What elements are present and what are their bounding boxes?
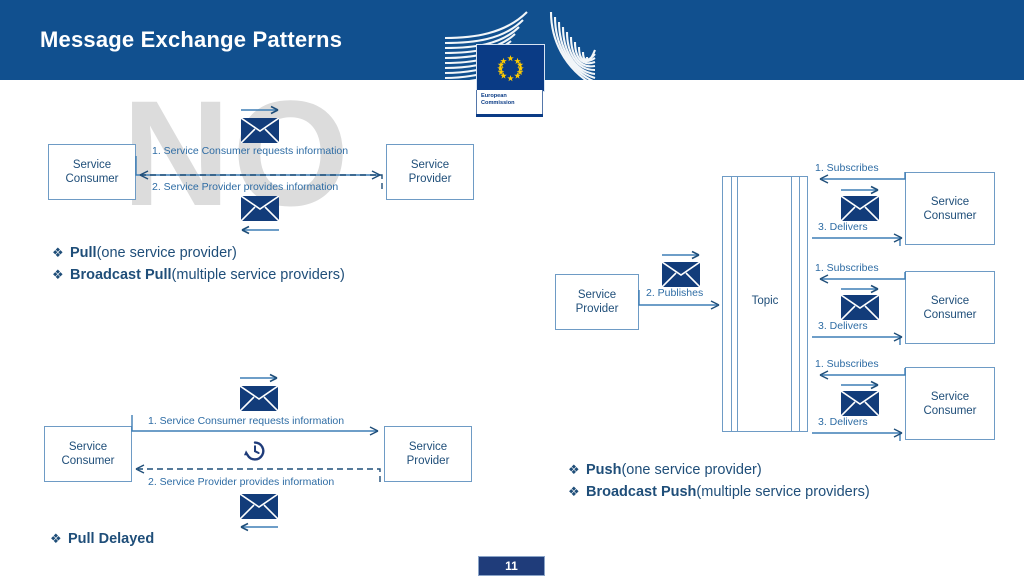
pull-step2-label: 2. Service Provider provides information bbox=[152, 181, 339, 193]
pull-bullet-0-rest: (one service provider) bbox=[96, 245, 237, 261]
page-number-badge: 11 bbox=[478, 556, 545, 576]
pull-bullet-1-strong: Broadcast Pull bbox=[70, 267, 172, 283]
push-consumer-1-line2: Consumer bbox=[923, 209, 977, 222]
pull-delayed-consumer-line1: Service bbox=[68, 441, 108, 453]
push-consumer-2-line1: Service bbox=[930, 294, 970, 307]
pull-consumer-line1: Service bbox=[72, 159, 112, 171]
topic-shape: Topic bbox=[722, 176, 808, 432]
pull-step1-label: 1. Service Consumer requests information bbox=[152, 145, 349, 157]
push-consumer-2-mini-arrow bbox=[841, 284, 879, 294]
push-publishes-label: 2. Publishes bbox=[646, 287, 704, 299]
push-service-consumer-box-1: Service Consumer bbox=[905, 172, 995, 245]
push-provider-line1: Service bbox=[577, 289, 617, 301]
pull-request-mini-arrow bbox=[241, 105, 279, 115]
push-service-provider-box: Service Provider bbox=[555, 274, 639, 330]
pull-delayed-bullet-list: ❖ Pull Delayed bbox=[50, 528, 154, 550]
pull-delayed-provider-line2: Provider bbox=[406, 455, 450, 467]
slide-canvas: Message Exchange Patterns European Commi… bbox=[0, 0, 1024, 576]
pull-service-consumer-box: Service Consumer bbox=[48, 144, 136, 200]
envelope-icon bbox=[241, 196, 279, 221]
push-consumer-3-mini-arrow bbox=[841, 380, 879, 390]
envelope-icon bbox=[240, 386, 278, 411]
envelope-icon bbox=[841, 295, 879, 320]
pull-delayed-step1-label: 1. Service Consumer requests information bbox=[148, 415, 345, 427]
clock-history-icon bbox=[243, 439, 267, 463]
pull-response-mini-arrow bbox=[241, 225, 279, 235]
push-service-consumer-box-3: Service Consumer bbox=[905, 367, 995, 440]
bullet-diamond-icon: ❖ bbox=[568, 462, 580, 477]
pull-delayed-response-mini-arrow bbox=[240, 522, 278, 532]
push-consumer-3-deliver-arrow bbox=[812, 428, 903, 441]
logo-caption: European Commission bbox=[476, 90, 543, 116]
push-consumer-3-line2: Consumer bbox=[923, 404, 977, 417]
logo-underline bbox=[476, 114, 543, 117]
list-item: ❖ Pull (one service provider) bbox=[52, 242, 345, 264]
push-consumer-3-line1: Service bbox=[930, 390, 970, 403]
push-consumer-1-line1: Service bbox=[930, 195, 970, 208]
pull-bullet-0-strong: Pull bbox=[70, 245, 97, 261]
push-bullet-0-strong: Push bbox=[586, 462, 622, 478]
pull-delayed-service-provider-box: Service Provider bbox=[384, 426, 472, 482]
pull-delayed-step2-label: 2. Service Provider provides information bbox=[148, 476, 335, 488]
bullet-diamond-icon: ❖ bbox=[50, 531, 62, 546]
pull-service-provider-box: Service Provider bbox=[386, 144, 474, 200]
logo-caption-line1: European bbox=[481, 93, 507, 99]
push-provider-line2: Provider bbox=[575, 303, 619, 315]
push-bullet-1-rest: (multiple service providers) bbox=[696, 484, 870, 500]
push-consumer-2-deliver-arrow bbox=[812, 332, 903, 345]
page-title: Message Exchange Patterns bbox=[40, 27, 343, 52]
push-consumer-2-line2: Consumer bbox=[923, 308, 977, 321]
logo-caption-line2: Commission bbox=[481, 100, 515, 106]
envelope-icon bbox=[241, 118, 279, 143]
push-consumer-1-deliver-arrow bbox=[812, 233, 903, 246]
pull-delayed-provider-line1: Service bbox=[408, 441, 448, 453]
pull-consumer-line2: Consumer bbox=[65, 173, 119, 185]
list-item: ❖ Broadcast Push (multiple service provi… bbox=[568, 481, 870, 503]
pull-delayed-service-consumer-box: Service Consumer bbox=[44, 426, 132, 482]
eu-flag-icon bbox=[476, 44, 545, 92]
push-publish-mini-arrow bbox=[662, 250, 700, 260]
list-item: ❖ Broadcast Pull (multiple service provi… bbox=[52, 264, 345, 286]
pull-bullet-1-rest: (multiple service providers) bbox=[171, 267, 345, 283]
list-item: ❖ Push (one service provider) bbox=[568, 459, 870, 481]
bullet-diamond-icon: ❖ bbox=[52, 267, 64, 282]
push-consumer-1-mini-arrow bbox=[841, 185, 879, 195]
list-item: ❖ Pull Delayed bbox=[50, 528, 154, 550]
push-bullet-list: ❖ Push (one service provider) ❖ Broadcas… bbox=[568, 459, 870, 503]
pull-delayed-request-mini-arrow bbox=[240, 373, 278, 383]
pull-provider-line2: Provider bbox=[408, 173, 452, 185]
envelope-icon bbox=[662, 262, 700, 287]
european-commission-logo: European Commission bbox=[443, 8, 613, 117]
push-service-consumer-box-2: Service Consumer bbox=[905, 271, 995, 344]
envelope-icon bbox=[841, 196, 879, 221]
pull-bullet-list: ❖ Pull (one service provider) ❖ Broadcas… bbox=[52, 242, 345, 286]
push-bullet-1-strong: Broadcast Push bbox=[586, 484, 697, 500]
bullet-diamond-icon: ❖ bbox=[568, 484, 580, 499]
topic-label: Topic bbox=[751, 295, 779, 307]
envelope-icon bbox=[240, 494, 278, 519]
push-bullet-0-rest: (one service provider) bbox=[621, 462, 762, 478]
envelope-icon bbox=[841, 391, 879, 416]
pull-delayed-bullet-0-strong: Pull Delayed bbox=[68, 531, 155, 547]
pull-delayed-consumer-line2: Consumer bbox=[61, 455, 115, 467]
bullet-diamond-icon: ❖ bbox=[52, 245, 64, 260]
pull-provider-line1: Service bbox=[410, 159, 450, 171]
